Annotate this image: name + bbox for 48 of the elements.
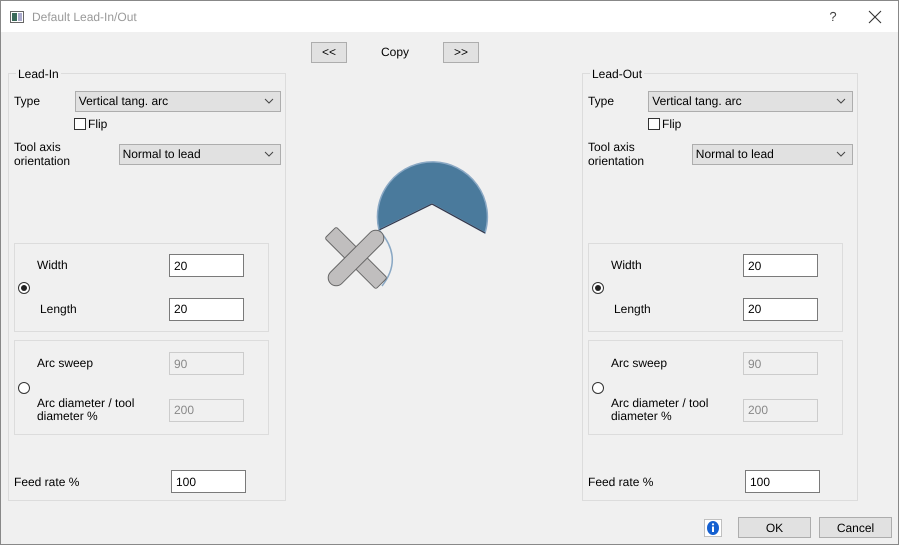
info-icon[interactable] [704, 518, 722, 536]
checkbox-label: Flip [662, 117, 682, 131]
copy-right-button[interactable]: >> [443, 42, 479, 62]
number-field[interactable]: 20 [169, 254, 244, 278]
dropdown[interactable]: Normal to lead [118, 144, 281, 164]
field-label: Type [14, 94, 42, 108]
copy-left-button[interactable]: << [311, 42, 347, 62]
copy-label: Copy [380, 45, 410, 59]
radio-button[interactable] [592, 382, 604, 394]
field-label: Feed rate % [14, 474, 80, 488]
field-label: Length [613, 302, 652, 316]
radio-button[interactable] [18, 282, 30, 294]
field-label: Feed rate % [588, 474, 654, 488]
number-field[interactable]: 100 [745, 470, 820, 493]
window-title: Default Lead-In/Out [32, 10, 138, 24]
help-button[interactable]: ? [810, 9, 856, 24]
window-icon [10, 10, 24, 22]
radio-button[interactable] [592, 282, 604, 294]
group-title: Lead-Out [590, 67, 644, 81]
dropdown[interactable]: Vertical tang. arc [648, 90, 853, 112]
caret-icon [264, 98, 274, 104]
checkbox[interactable] [74, 118, 86, 130]
dialog-button[interactable]: Cancel [819, 517, 892, 538]
dropdown[interactable]: Vertical tang. arc [74, 90, 281, 112]
field-label: Arc diameter / tool diameter % [37, 397, 136, 423]
field-label: Tool axis orientation [14, 140, 72, 168]
number-field[interactable]: 100 [171, 470, 246, 493]
caret-icon [836, 98, 846, 104]
number-field[interactable]: 20 [169, 298, 244, 321]
field-label: Arc diameter / tool diameter % [611, 397, 710, 423]
caret-icon [836, 151, 846, 157]
caret-icon [264, 151, 274, 157]
number-field[interactable]: 20 [743, 298, 818, 321]
checkbox[interactable] [648, 118, 660, 130]
field-label: Tool axis orientation [588, 140, 646, 168]
checkbox-label: Flip [88, 117, 108, 131]
radio-button[interactable] [18, 382, 30, 394]
field-label: Width [37, 259, 69, 272]
field-label: Length [39, 302, 78, 316]
close-icon[interactable] [868, 10, 882, 24]
field-label: Arc sweep [37, 357, 94, 370]
number-field[interactable]: 20 [743, 254, 818, 278]
dialog-button[interactable]: OK [738, 517, 811, 538]
dropdown[interactable]: Normal to lead [692, 144, 853, 164]
field-label: Width [611, 259, 643, 272]
field-label: Type [588, 94, 616, 108]
group-title: Lead-In [16, 67, 61, 81]
field-label: Arc sweep [611, 357, 668, 370]
